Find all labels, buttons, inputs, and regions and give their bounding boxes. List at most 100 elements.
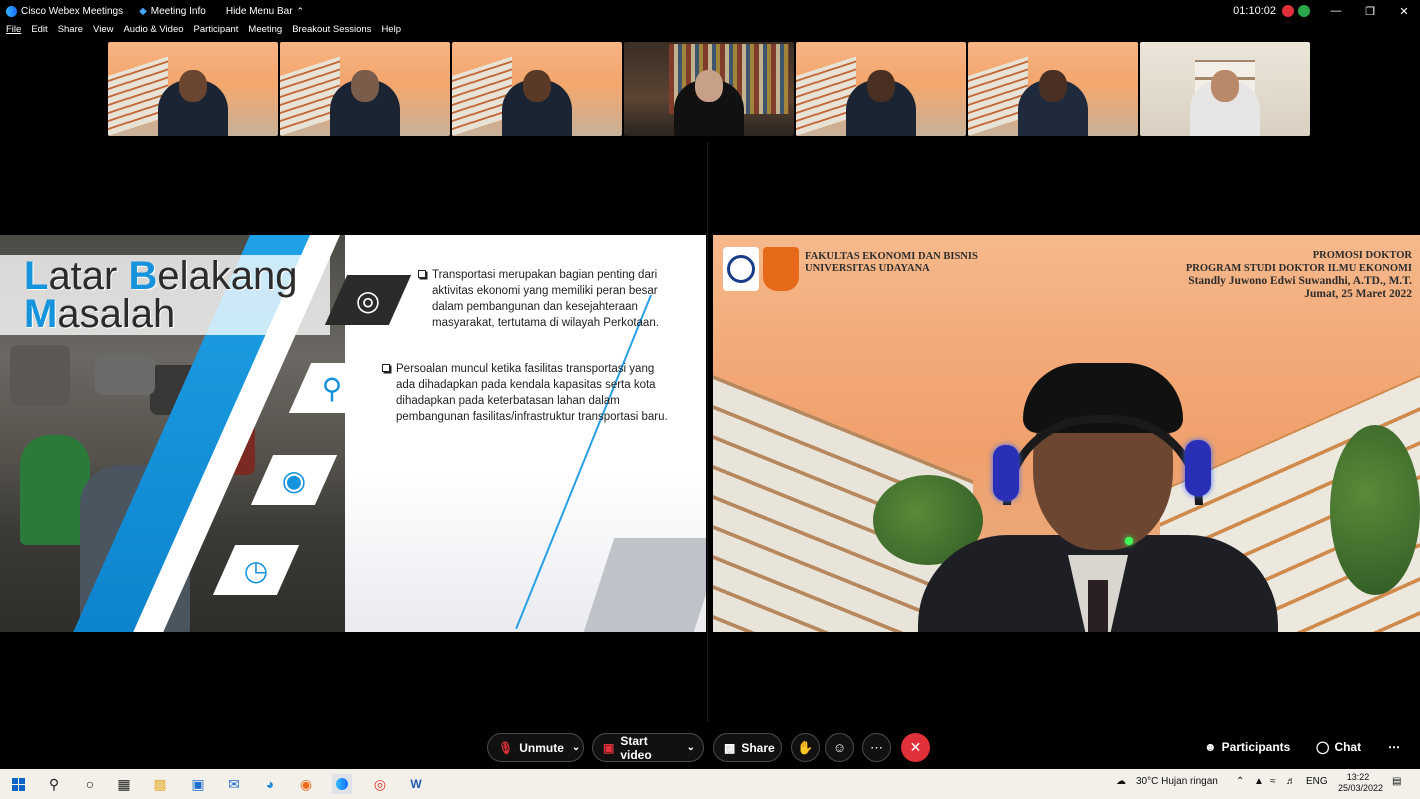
cortana-icon[interactable]: ○ bbox=[80, 774, 100, 794]
share-screen-icon: ▩ bbox=[724, 740, 736, 755]
menu-view[interactable]: View bbox=[93, 24, 113, 40]
muted-mic-icon: 🎙 bbox=[498, 740, 514, 755]
chrome-icon[interactable]: ◎ bbox=[370, 774, 390, 794]
microphone-light bbox=[1125, 537, 1133, 545]
close-icon[interactable]: ✕ bbox=[1392, 5, 1416, 18]
word-icon[interactable]: W bbox=[406, 774, 426, 794]
file-explorer-icon[interactable]: ▩ bbox=[150, 774, 170, 794]
participant-thumbnail[interactable] bbox=[1140, 42, 1310, 136]
minimize-icon[interactable]: — bbox=[1324, 5, 1348, 17]
meeting-timer: 01:10:02 bbox=[1233, 5, 1276, 17]
participants-icon: ☻ bbox=[1204, 740, 1217, 754]
panel-more-button[interactable]: ⋯ bbox=[1388, 740, 1400, 754]
network-status-icon bbox=[1298, 5, 1310, 17]
menu-audio-video[interactable]: Audio & Video bbox=[123, 24, 183, 40]
event-date: Jumat, 25 Maret 2022 bbox=[1304, 288, 1412, 300]
headset-earcup bbox=[993, 445, 1019, 501]
slide-bullet: Transportasi merupakan bagian penting da… bbox=[418, 267, 678, 331]
tray-app-icon[interactable]: ▲ bbox=[1254, 776, 1264, 787]
webex-taskbar-icon[interactable] bbox=[332, 774, 352, 794]
chevron-down-icon[interactable]: ⌄ bbox=[687, 742, 695, 753]
raise-hand-button[interactable]: ✋ bbox=[791, 733, 820, 762]
more-options-button[interactable]: ⋯ bbox=[862, 733, 891, 762]
search-icon[interactable]: ⚲ bbox=[44, 774, 64, 794]
webex-logo-icon bbox=[6, 5, 17, 17]
close-icon: ✕ bbox=[909, 739, 922, 755]
leave-meeting-button[interactable]: ✕ bbox=[901, 733, 930, 762]
menu-breakout-sessions[interactable]: Breakout Sessions bbox=[292, 24, 371, 40]
title-initial: M bbox=[24, 292, 58, 336]
participant-thumbnail[interactable] bbox=[624, 42, 794, 136]
language-indicator[interactable]: ENG bbox=[1306, 776, 1328, 787]
menu-meeting[interactable]: Meeting bbox=[248, 24, 282, 40]
restore-icon[interactable]: ❐ bbox=[1358, 5, 1382, 18]
title-bar: Cisco Webex Meetings ◆ Meeting Info Hide… bbox=[0, 0, 1420, 22]
participants-label: Participants bbox=[1221, 740, 1291, 754]
participant-thumbnail[interactable] bbox=[452, 42, 622, 136]
shield-icon: ◆ bbox=[139, 5, 147, 17]
menu-bar: File Edit Share View Audio & Video Parti… bbox=[0, 24, 405, 40]
menu-help[interactable]: Help bbox=[381, 24, 401, 40]
share-button[interactable]: ▩ Share bbox=[713, 733, 782, 762]
faculty-logo-icon bbox=[763, 247, 799, 291]
headset-earcup bbox=[1185, 440, 1211, 496]
reactions-button[interactable]: ☺ bbox=[825, 733, 854, 762]
slide-title: Latar Belakang Masalah bbox=[24, 254, 354, 336]
title-word: elakang bbox=[157, 254, 298, 298]
menu-share[interactable]: Share bbox=[58, 24, 83, 40]
background-tree bbox=[1330, 425, 1420, 595]
title-word: asalah bbox=[57, 292, 176, 336]
weather-icon[interactable]: ☁ bbox=[1116, 776, 1126, 787]
participant-thumbnail[interactable] bbox=[796, 42, 966, 136]
hide-menu-bar-button[interactable]: Hide Menu Bar ⌃ bbox=[226, 6, 304, 17]
faculty-line: FAKULTAS EKONOMI DAN BISNIS bbox=[805, 251, 978, 262]
app-name: Cisco Webex Meetings bbox=[21, 5, 124, 17]
ellipsis-icon: ⋯ bbox=[870, 739, 883, 755]
meeting-info-button[interactable]: ◆ Meeting Info bbox=[139, 6, 206, 17]
hand-icon: ✋ bbox=[797, 739, 814, 755]
menu-participant[interactable]: Participant bbox=[194, 24, 239, 40]
task-view-icon[interactable]: ▦ bbox=[114, 774, 134, 794]
participant-thumbnail[interactable] bbox=[280, 42, 450, 136]
hide-menu-label: Hide Menu Bar bbox=[225, 5, 293, 17]
unmute-label: Unmute bbox=[519, 740, 564, 755]
windows-start-icon[interactable] bbox=[8, 774, 28, 794]
wifi-icon[interactable]: ≈ bbox=[1270, 776, 1276, 787]
chevron-down-icon[interactable]: ⌄ bbox=[572, 742, 580, 753]
chat-icon: ◯ bbox=[1316, 740, 1330, 754]
unmute-button[interactable]: 🎙 Unmute ⌄ bbox=[487, 733, 584, 762]
program-name: PROGRAM STUDI DOKTOR ILMU EKONOMI bbox=[1185, 263, 1412, 274]
presenter-tie bbox=[1088, 580, 1108, 632]
menu-edit[interactable]: Edit bbox=[31, 24, 47, 40]
mail-icon[interactable]: ✉ bbox=[224, 774, 244, 794]
system-clock[interactable]: 13:22 25/03/2022 bbox=[1338, 772, 1384, 794]
firefox-icon[interactable]: ◉ bbox=[296, 774, 316, 794]
video-off-icon: ▣ bbox=[603, 740, 615, 755]
participants-button[interactable]: ☻ Participants bbox=[1204, 740, 1290, 754]
weather-status[interactable]: 30°C Hujan ringan bbox=[1136, 776, 1218, 787]
edge-icon[interactable]: ◕ bbox=[260, 774, 280, 794]
chat-label: Chat bbox=[1334, 740, 1362, 754]
store-icon[interactable]: ▣ bbox=[188, 774, 208, 794]
chevron-up-icon: ⌃ bbox=[296, 5, 305, 16]
notification-icon[interactable]: ▤ bbox=[1392, 776, 1401, 787]
chevron-up-icon[interactable]: ⌃ bbox=[1236, 776, 1244, 787]
participant-thumbnail[interactable] bbox=[108, 42, 278, 136]
menu-file[interactable]: File bbox=[6, 24, 21, 40]
start-video-label: Start video bbox=[620, 733, 652, 762]
ellipsis-icon: ⋯ bbox=[1388, 740, 1400, 754]
chat-button[interactable]: ◯ Chat bbox=[1316, 740, 1361, 754]
faculty-name: FAKULTAS EKONOMI DAN BISNIS UNIVERSITAS … bbox=[805, 251, 978, 275]
participant-thumbnail[interactable] bbox=[968, 42, 1138, 136]
bullet-text: Transportasi merupakan bagian penting da… bbox=[432, 269, 659, 329]
participant-thumbnail-strip bbox=[108, 42, 1310, 136]
start-video-button[interactable]: ▣ Start video ⌄ bbox=[592, 733, 704, 762]
share-label: Share bbox=[741, 740, 775, 755]
bullet-text: Persoalan muncul ketika fasilitas transp… bbox=[396, 363, 668, 423]
volume-icon[interactable]: ♬ bbox=[1286, 776, 1296, 787]
faculty-line: UNIVERSITAS UDAYANA bbox=[805, 263, 930, 274]
university-logo-icon bbox=[723, 247, 759, 291]
stage-divider bbox=[707, 142, 708, 722]
clock-date: 25/03/2022 bbox=[1338, 783, 1384, 793]
event-info: PROMOSI DOKTOR PROGRAM STUDI DOKTOR ILMU… bbox=[1186, 249, 1412, 301]
